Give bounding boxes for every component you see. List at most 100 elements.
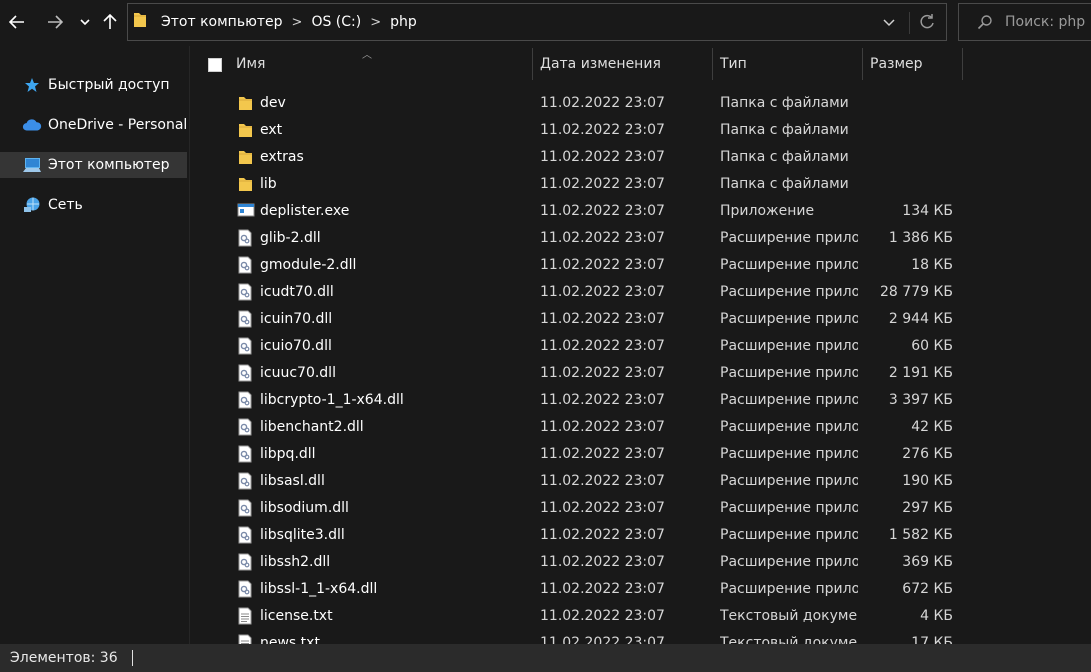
file-type: Расширение приложения [720,392,858,408]
navigation-bar: Этот компьютер > OS (C:) > php Поиск: ph… [0,0,1091,46]
file-name[interactable]: libssl-1_1-x64.dll [260,581,377,597]
dll-icon [237,553,253,571]
file-row[interactable]: icuuc70.dll 11.02.2022 23:07 Расширение пр… [190,360,1091,387]
breadcrumb-separator[interactable]: > [292,15,303,30]
sidebar-item-network[interactable]: Сеть [0,192,187,218]
file-name[interactable]: libsqlite3.dll [260,527,345,543]
file-size: 276 КБ [902,446,953,462]
file-type: Расширение приложения [720,500,858,516]
file-type: Папка с файлами [720,122,849,138]
file-row[interactable]: libsodium.dll 11.02.2022 23:07 Расширение … [190,495,1091,522]
file-row[interactable]: license.txt 11.02.2022 23:07 Текстовый док… [190,603,1091,630]
file-type: Папка с файлами [720,176,849,192]
file-name[interactable]: libenchant2.dll [260,419,364,435]
file-type: Приложение [720,203,815,219]
file-date: 11.02.2022 23:07 [540,284,665,300]
column-divider[interactable] [712,48,713,80]
file-name[interactable]: libsasl.dll [260,473,325,489]
file-row[interactable]: libenchant2.dll 11.02.2022 23:07 Расширени… [190,414,1091,441]
file-row[interactable]: libcrypto-1_1-x64.dll 11.02.2022 23:07 Рас… [190,387,1091,414]
file-size: 4 КБ [920,608,953,624]
file-row[interactable]: lib 11.02.2022 23:07 Папка с файлами [190,171,1091,198]
select-all-checkbox[interactable] [208,58,222,72]
column-header-date[interactable]: Дата изменения [540,46,712,82]
breadcrumb-folder[interactable]: php [390,14,417,30]
column-header-name[interactable]: Имя [236,46,532,82]
file-type: Расширение приложения [720,338,858,354]
file-name[interactable]: deplister.exe [260,203,349,219]
file-name[interactable]: icudt70.dll [260,284,334,300]
breadcrumb-drive[interactable]: OS (C:) [311,14,361,30]
file-date: 11.02.2022 23:07 [540,149,665,165]
file-row[interactable]: ext 11.02.2022 23:07 Папка с файлами [190,117,1091,144]
file-name[interactable]: libcrypto-1_1-x64.dll [260,392,404,408]
file-name[interactable]: libsodium.dll [260,500,349,516]
refresh-icon[interactable] [918,12,936,36]
dll-icon [237,310,253,328]
status-bar: Элементов: 36 [0,644,1091,672]
address-bar[interactable]: Этот компьютер > OS (C:) > php [127,3,947,41]
file-name[interactable]: lib [260,176,277,192]
sidebar-item-label: OneDrive - Personal [48,117,188,133]
file-row[interactable]: extras 11.02.2022 23:07 Папка с файлами [190,144,1091,171]
file-name[interactable]: gmodule-2.dll [260,257,356,273]
file-name[interactable]: icuin70.dll [260,311,332,327]
file-name[interactable]: ext [260,122,282,138]
column-divider[interactable] [962,48,963,80]
computer-icon [22,156,42,174]
file-row[interactable]: gmodule-2.dll 11.02.2022 23:07 Расширение … [190,252,1091,279]
file-row[interactable]: libssh2.dll 11.02.2022 23:07 Расширение пр… [190,549,1091,576]
arrow-right-icon[interactable] [42,8,68,36]
file-name[interactable]: icuio70.dll [260,338,332,354]
file-row[interactable]: libsasl.dll 11.02.2022 23:07 Расширение пр… [190,468,1091,495]
sidebar-item-label: Быстрый доступ [48,77,170,93]
file-row[interactable]: libsqlite3.dll 11.02.2022 23:07 Расширение… [190,522,1091,549]
file-row[interactable]: dev 11.02.2022 23:07 Папка с файлами [190,90,1091,117]
column-divider[interactable] [532,48,533,80]
column-header-size[interactable]: Размер [870,46,962,82]
file-row[interactable]: icuio70.dll 11.02.2022 23:07 Расширение пр… [190,333,1091,360]
item-count: Элементов: 36 [10,650,118,666]
file-row[interactable]: libpq.dll 11.02.2022 23:07 Расширение прил… [190,441,1091,468]
breadcrumb-separator[interactable]: > [370,15,381,30]
file-size: 1 386 КБ [888,230,953,246]
breadcrumb-computer[interactable]: Этот компьютер [161,14,283,30]
file-size: 28 779 КБ [880,284,953,300]
file-name[interactable]: dev [260,95,286,111]
file-date: 11.02.2022 23:07 [540,122,665,138]
file-size: 42 КБ [911,419,953,435]
arrow-left-icon[interactable] [4,8,30,36]
file-name[interactable]: icuuc70.dll [260,365,336,381]
column-header-type[interactable]: Тип [720,46,862,82]
address-divider [909,12,910,34]
file-name[interactable]: glib-2.dll [260,230,321,246]
file-row[interactable]: icudt70.dll 11.02.2022 23:07 Расширение пр… [190,279,1091,306]
column-header-label: Имя [236,56,266,72]
file-name[interactable]: libpq.dll [260,446,316,462]
chevron-down-icon[interactable] [72,8,98,36]
file-type: Расширение приложения [720,527,858,543]
file-date: 11.02.2022 23:07 [540,554,665,570]
sidebar-item-label: Сеть [48,197,83,213]
file-type: Расширение приложения [720,230,858,246]
file-row[interactable]: libssl-1_1-x64.dll 11.02.2022 23:07 Расшир… [190,576,1091,603]
sidebar-item-quick-access[interactable]: Быстрый доступ [0,72,187,98]
file-name[interactable]: extras [260,149,304,165]
file-row[interactable]: glib-2.dll 11.02.2022 23:07 Расширение при… [190,225,1091,252]
file-row[interactable]: deplister.exe 11.02.2022 23:07 Приложение 1… [190,198,1091,225]
file-date: 11.02.2022 23:07 [540,581,665,597]
dll-icon [237,391,253,409]
column-divider[interactable] [862,48,863,80]
file-row[interactable]: icuin70.dll 11.02.2022 23:07 Расширение пр… [190,306,1091,333]
file-name[interactable]: license.txt [260,608,333,624]
arrow-up-icon[interactable] [97,8,123,36]
file-type: Расширение приложения [720,473,858,489]
address-dropdown-icon[interactable] [882,13,896,35]
search-input[interactable]: Поиск: php [958,3,1091,41]
dll-icon [237,445,253,463]
sidebar-item-onedrive[interactable]: OneDrive - Personal [0,112,187,138]
file-name[interactable]: libssh2.dll [260,554,330,570]
file-size: 2 944 КБ [888,311,953,327]
sidebar-item-this-pc[interactable]: Этот компьютер [0,152,187,178]
file-date: 11.02.2022 23:07 [540,338,665,354]
